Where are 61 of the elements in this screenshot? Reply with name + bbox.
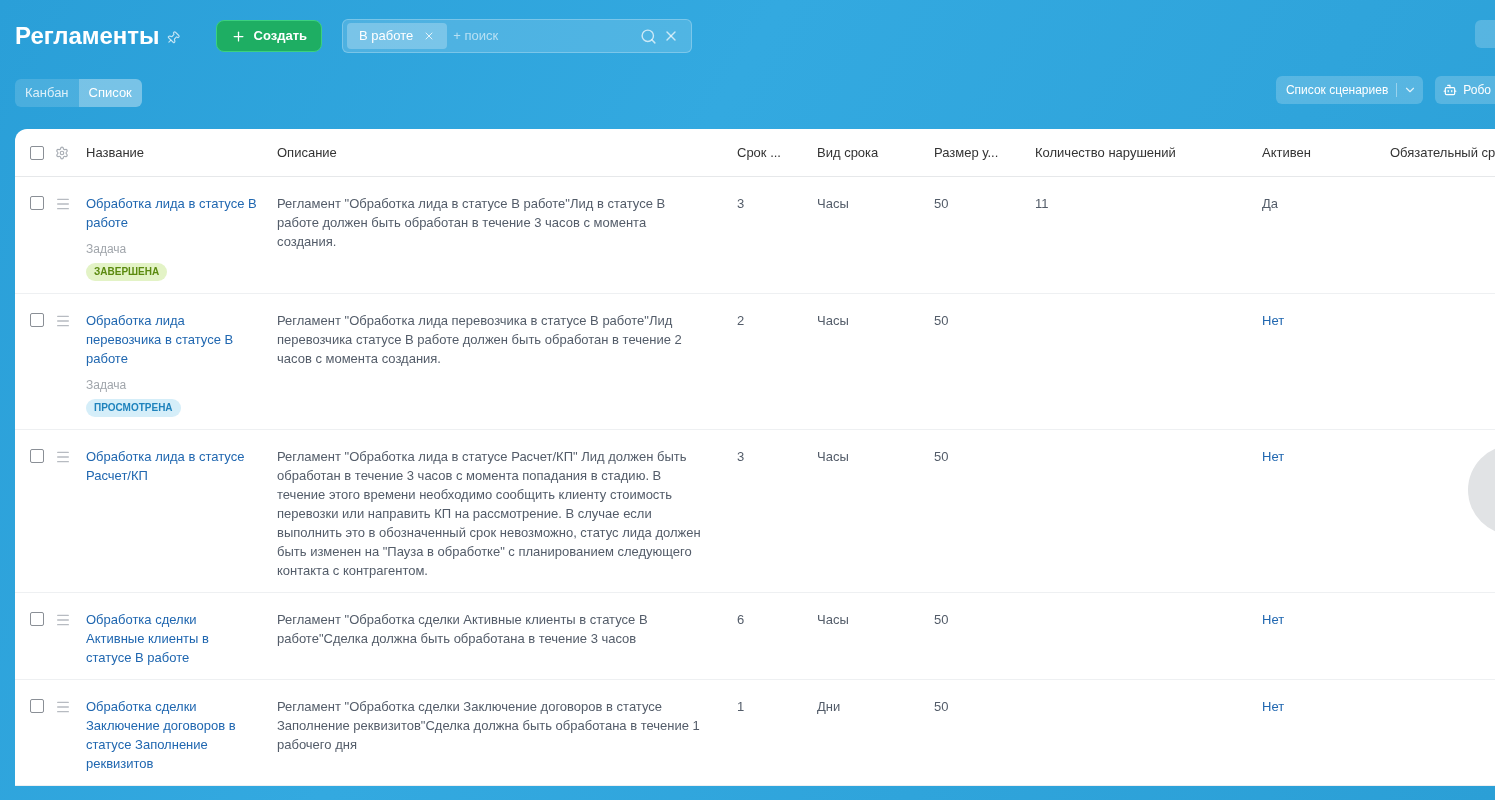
checkbox[interactable]: [30, 612, 44, 626]
entity-type: Задача: [86, 241, 127, 258]
description-text: Регламент "Обработка лида в статусе В работе"Лид в статусе В работе должен быть обработан в течение 3 часов с момента создания.: [277, 195, 667, 251]
active-link[interactable]: Нет: [1262, 699, 1285, 714]
column-header[interactable]: Вид срока: [817, 142, 934, 163]
drag-handle-icon[interactable]: [55, 449, 71, 465]
regulation-link[interactable]: Обработка сделки Активные клиенты в статусе В работе: [86, 610, 257, 667]
table-cell-text: 2: [737, 312, 745, 330]
regulation-link[interactable]: Обработка лида в статусе Расчет/КП: [86, 447, 257, 485]
table-cell-text: 1: [737, 698, 745, 716]
header-button[interactable]: [1475, 20, 1495, 48]
status-tag: ПРОСМОТРЕНА: [86, 399, 181, 417]
table-cell-text: Часы: [817, 312, 849, 330]
description-text: Регламент "Обработка сделки Активные клиенты в статусе В работе"Сделка должна быть обработана в течение 3 часов: [277, 611, 649, 648]
column-header[interactable]: Название: [86, 142, 277, 163]
table-cell-text: 50: [934, 312, 949, 330]
checkbox[interactable]: [30, 699, 44, 713]
table-cell: 11: [1035, 196, 1049, 211]
description-text: Регламент "Обработка лида перевозчика в статусе В работе"Лид перевозчика статусе В работе должен быть обработан в течение 2 часов с момента создания.: [277, 312, 683, 368]
table-cell-text: 6: [737, 611, 745, 629]
column-header[interactable]: Обязательный ср: [1390, 142, 1495, 163]
drag-handle-icon[interactable]: [55, 612, 71, 628]
table-cell-text: Дни: [817, 698, 841, 716]
table-cell-text: 3: [737, 195, 745, 213]
entity-type: Задача: [86, 377, 127, 394]
search-icon[interactable]: [640, 27, 658, 45]
drag-handle-icon[interactable]: [55, 313, 71, 329]
regulation-link[interactable]: Обработка сделки Заключение договоров в статусе Заполнение реквизитов: [86, 697, 257, 773]
drag-handle-icon[interactable]: [55, 196, 71, 212]
table-cell-text: 3: [737, 448, 745, 466]
active-link[interactable]: Нет: [1262, 612, 1285, 627]
description-text: Регламент "Обработка лида в статусе Расчет/КП" Лид должен быть обработан в течение 3 часов с момента попадания в стадию. В течение этого времени необходимо сообщить клиенту стоимость перевозки или направить КП на рассмотрение. В случае если выполнить это в обозначенный срок невозможно, статус лида должен быть изменен на "Пауза в обработке" с планированием следующего контакта с контрагентом.: [277, 448, 702, 580]
active-link[interactable]: Нет: [1262, 313, 1285, 328]
regulation-link[interactable]: Обработка лида в статусе В работе: [86, 194, 257, 232]
table-cell-text: Часы: [817, 448, 849, 466]
column-header[interactable]: Срок ...: [737, 142, 817, 163]
table-cell-text: 50: [934, 448, 949, 466]
checkbox[interactable]: [30, 449, 44, 463]
search-input[interactable]: + поиск: [453, 26, 635, 46]
settings-icon[interactable]: [55, 145, 69, 160]
status-tag: ЗАВЕРШЕНА: [86, 263, 168, 281]
checkbox[interactable]: [30, 313, 44, 327]
regulation-link[interactable]: Обработка лида перевозчика в статусе В работе: [86, 311, 257, 368]
column-header[interactable]: Размер у...: [934, 142, 1035, 163]
column-header[interactable]: Описание: [277, 142, 737, 163]
page-title: Регламенты: [15, 21, 160, 51]
table-cell-text: Часы: [817, 611, 849, 629]
table-cell-text: Часы: [817, 195, 849, 213]
active-link[interactable]: Нет: [1262, 449, 1285, 464]
table-cell-text: 50: [934, 698, 949, 716]
drag-handle-icon[interactable]: [55, 699, 71, 715]
checkbox[interactable]: [30, 196, 44, 210]
column-header[interactable]: Количество нарушений: [1035, 142, 1262, 163]
column-header[interactable]: Активен: [1262, 142, 1390, 163]
table-cell-text: 50: [934, 611, 949, 629]
robot-icon: [1443, 83, 1458, 97]
table-cell-text: 50: [934, 195, 949, 213]
description-text: Регламент "Обработка сделки Заключение договоров в статусе Заполнение реквизитов"Сделка должна быть обработана в течение 1 рабочего дня: [277, 698, 701, 754]
table-cell: Да: [1262, 196, 1279, 211]
plus-icon: [230, 28, 246, 44]
checkbox[interactable]: [30, 145, 44, 160]
